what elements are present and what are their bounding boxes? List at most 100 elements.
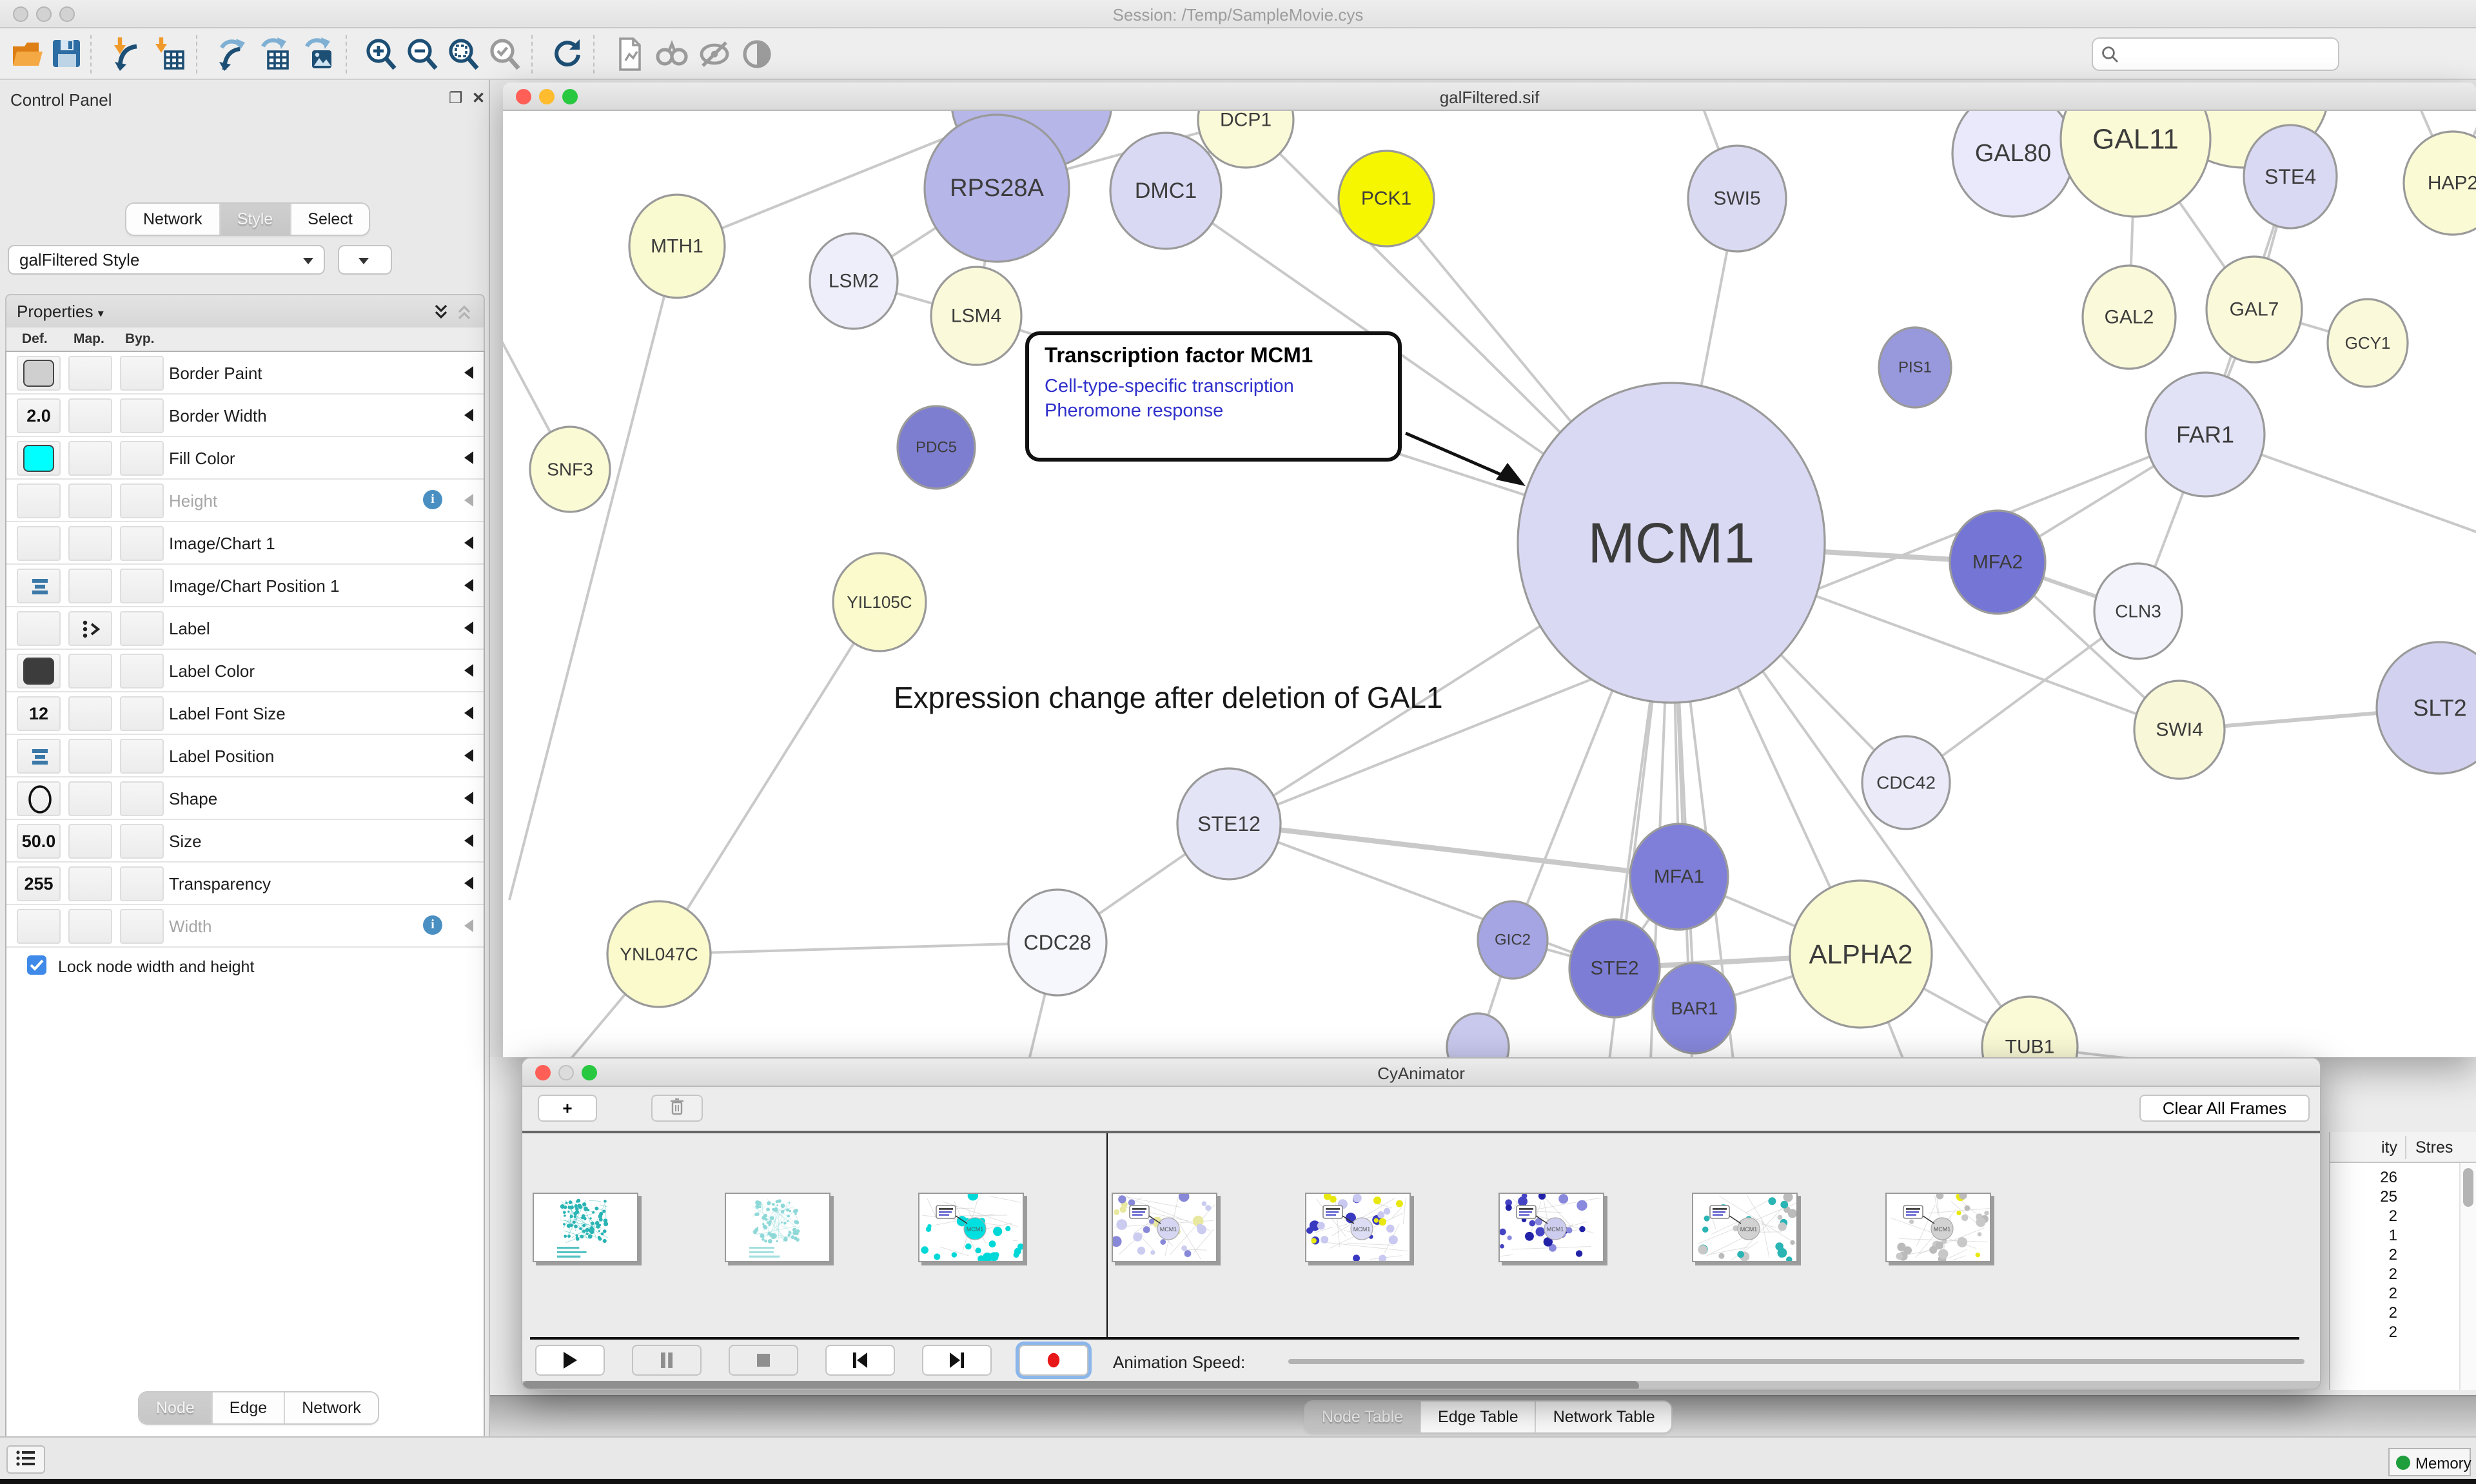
- default-value-cell[interactable]: [17, 611, 61, 646]
- bypass-cell[interactable]: [120, 483, 164, 518]
- expand-property-icon[interactable]: [464, 451, 473, 464]
- network-node-PIS1[interactable]: PIS1: [1879, 327, 1951, 407]
- hide-details-icon[interactable]: [696, 36, 732, 72]
- property-row-image-chart-1[interactable]: Image/Chart 1: [6, 522, 484, 565]
- style-editor-tab-node[interactable]: Node: [139, 1392, 213, 1423]
- network-node-SWI4[interactable]: SWI4: [2134, 681, 2225, 779]
- refresh-icon[interactable]: [549, 36, 585, 72]
- table-row[interactable]: 1: [2330, 1226, 2397, 1245]
- bypass-cell[interactable]: [120, 824, 164, 859]
- default-value-cell[interactable]: [17, 441, 61, 476]
- control-panel-tab-style[interactable]: Style: [221, 204, 291, 235]
- show-panels-button[interactable]: [6, 1445, 45, 1474]
- table-row[interactable]: 2: [2330, 1303, 2397, 1323]
- network-node-MCM1[interactable]: MCM1: [1518, 383, 1825, 703]
- table-row[interactable]: 2: [2330, 1207, 2397, 1226]
- default-value-cell[interactable]: 50.0: [17, 824, 61, 859]
- animator-frame-6[interactable]: MCM1: [1692, 1193, 1798, 1262]
- mapping-cell[interactable]: [68, 441, 112, 476]
- style-selector[interactable]: galFiltered Style: [8, 245, 325, 275]
- info-icon[interactable]: i: [423, 915, 442, 935]
- annotation-box[interactable]: Transcription factor MCM1 Cell-type-spec…: [1025, 331, 1402, 462]
- float-panel-icon[interactable]: ❐: [449, 89, 463, 107]
- search-field[interactable]: [2092, 37, 2339, 71]
- property-row-label-color[interactable]: Label Color: [6, 650, 484, 692]
- property-row-shape[interactable]: Shape: [6, 777, 484, 820]
- mapping-cell[interactable]: [68, 398, 112, 433]
- close-panel-icon[interactable]: ✕: [472, 89, 485, 107]
- default-value-cell[interactable]: [17, 781, 61, 816]
- network-node-SNF3[interactable]: SNF3: [530, 427, 610, 512]
- network-node-CLN3[interactable]: CLN3: [2094, 563, 2182, 659]
- mapping-cell[interactable]: [68, 356, 112, 391]
- table-panel-tab-edge-table[interactable]: Edge Table: [1421, 1401, 1537, 1432]
- search-input[interactable]: [2124, 40, 2330, 68]
- network-node-CDC42[interactable]: CDC42: [1862, 736, 1950, 829]
- text-annotation[interactable]: Expression change after deletion of GAL1: [894, 681, 1443, 716]
- bypass-cell[interactable]: [120, 569, 164, 603]
- bypass-cell[interactable]: [120, 909, 164, 944]
- zoom-in-icon[interactable]: [364, 36, 400, 72]
- bypass-cell[interactable]: [120, 611, 164, 646]
- zoom-selected-icon[interactable]: [487, 36, 524, 72]
- network-node-GAL11[interactable]: GAL11: [2061, 111, 2210, 217]
- record-button[interactable]: [1019, 1345, 1088, 1376]
- table-row[interactable]: 2: [2330, 1265, 2397, 1284]
- export-network-icon[interactable]: [214, 36, 250, 72]
- network-node-ALPHA2[interactable]: ALPHA2: [1790, 881, 1932, 1028]
- bypass-cell[interactable]: [120, 356, 164, 391]
- property-row-image-chart-position-1[interactable]: Image/Chart Position 1: [6, 565, 484, 607]
- mapping-cell[interactable]: [68, 739, 112, 774]
- mapping-cell[interactable]: [68, 696, 112, 731]
- network-node-STE12[interactable]: STE12: [1177, 768, 1281, 879]
- stop-button[interactable]: [729, 1345, 798, 1376]
- animation-speed-slider[interactable]: [1288, 1359, 2304, 1364]
- mapping-cell[interactable]: [68, 824, 112, 859]
- column-header-centrality[interactable]: ity: [2330, 1138, 2397, 1157]
- default-value-cell[interactable]: [17, 356, 61, 391]
- bypass-cell[interactable]: [120, 739, 164, 774]
- property-row-fill-color[interactable]: Fill Color: [6, 437, 484, 480]
- expand-property-icon[interactable]: [464, 919, 473, 932]
- default-value-cell[interactable]: [17, 483, 61, 518]
- bypass-cell[interactable]: [120, 781, 164, 816]
- mapping-cell[interactable]: [68, 526, 112, 561]
- bypass-cell[interactable]: [120, 866, 164, 901]
- network-node-YIL105C[interactable]: YIL105C: [833, 553, 926, 651]
- expand-property-icon[interactable]: [464, 749, 473, 762]
- network-node-GAL80[interactable]: GAL80: [1952, 111, 2074, 217]
- network-node-partialLav[interactable]: [1447, 1013, 1509, 1057]
- collapse-all-icon[interactable]: [455, 303, 473, 321]
- animator-frame-2[interactable]: MCM1: [919, 1193, 1025, 1262]
- expand-property-icon[interactable]: [464, 664, 473, 677]
- default-value-cell[interactable]: [17, 654, 61, 688]
- pause-button[interactable]: [632, 1345, 702, 1376]
- property-row-label[interactable]: Label: [6, 607, 484, 650]
- default-value-cell[interactable]: [17, 909, 61, 944]
- network-canvas[interactable]: MTH1LSM2LSM4SNF3PDC5YIL105CRPS28ADMC1DCP…: [503, 111, 2476, 1057]
- expand-property-icon[interactable]: [464, 494, 473, 507]
- network-node-CDC28[interactable]: CDC28: [1008, 890, 1106, 995]
- table-panel-tab-node-table[interactable]: Node Table: [1305, 1401, 1421, 1432]
- network-node-HAP2[interactable]: HAP2: [2404, 132, 2476, 235]
- property-row-border-paint[interactable]: Border Paint: [6, 352, 484, 395]
- animator-frame-1[interactable]: [725, 1193, 831, 1262]
- network-node-LSM2[interactable]: LSM2: [810, 233, 898, 329]
- network-node-GCY1[interactable]: GCY1: [2328, 299, 2408, 387]
- properties-header[interactable]: Properties ▾: [5, 294, 485, 327]
- style-editor-tab-network[interactable]: Network: [285, 1392, 378, 1423]
- column-header-stress[interactable]: Stres: [2415, 1138, 2453, 1157]
- network-node-FAR1[interactable]: FAR1: [2146, 373, 2265, 496]
- animator-timeline[interactable]: Seconds 0123456789MCM1MCM1MCM1MCM1MCM1MC…: [522, 1133, 2320, 1340]
- expand-property-icon[interactable]: [464, 792, 473, 805]
- mapping-cell[interactable]: [68, 909, 112, 944]
- network-node-GAL7[interactable]: GAL7: [2206, 257, 2302, 362]
- lock-checkbox[interactable]: [27, 955, 46, 975]
- expand-property-icon[interactable]: [464, 409, 473, 422]
- network-node-BAR1[interactable]: BAR1: [1653, 963, 1736, 1053]
- table-row[interactable]: 2: [2330, 1284, 2397, 1303]
- animator-frame-5[interactable]: MCM1: [1498, 1193, 1604, 1262]
- expand-property-icon[interactable]: [464, 536, 473, 549]
- binoculars-icon[interactable]: [654, 36, 690, 72]
- network-node-STE4[interactable]: STE4: [2244, 125, 2337, 228]
